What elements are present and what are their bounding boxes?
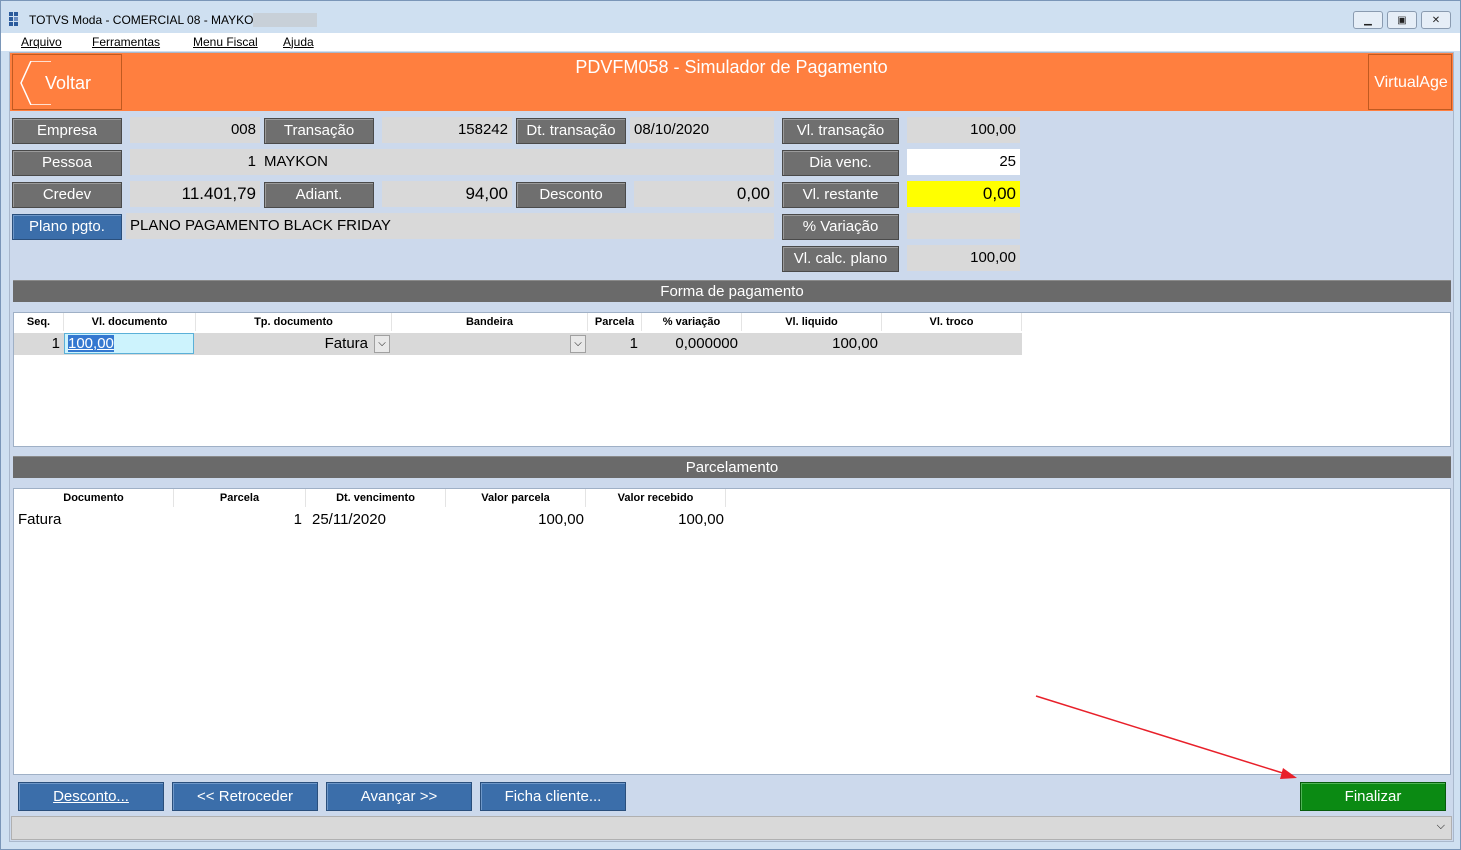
close-button[interactable]: ✕ [1421,11,1451,29]
cell-parcela: 1 [293,511,302,528]
col-vl-troco[interactable]: Vl. troco [882,313,1022,331]
chevron-down-icon[interactable]: ⌵ [1437,820,1445,833]
pessoa-label[interactable]: Pessoa [12,150,122,176]
cell-seq: 1 [51,335,60,352]
dt-transacao-label[interactable]: Dt. transação [516,118,626,144]
vl-documento-input[interactable]: 100,00 [64,333,194,354]
chevron-down-icon[interactable]: ⌵ [374,335,390,353]
cell-vl-liquido: 100,00 [832,335,878,352]
minimize-button[interactable]: ▁ [1353,11,1383,29]
plano-pgto-value: PLANO PAGAMENTO BLACK FRIDAY [126,213,774,239]
col-vl-liquido[interactable]: Vl. liquido [742,313,882,331]
vl-calc-plano-label[interactable]: Vl. calc. plano [782,246,899,272]
retroceder-button-label: << Retroceder [197,788,293,805]
dia-venc-input[interactable]: 25 [907,149,1020,175]
cell-vl-troco [882,333,1018,354]
restore-icon: ▣ [1397,15,1407,26]
vl-calc-plano-value: 100,00 [907,245,1020,271]
title-bar: TOTVS Moda - COMERCIAL 08 - MAYKON ▁ ▣ ✕ [1,1,1460,33]
chevron-down-icon[interactable]: ⌵ [570,335,586,353]
ficha-cliente-button[interactable]: Ficha cliente... [480,782,626,811]
finalizar-button-label: Finalizar [1344,788,1402,805]
avancar-button[interactable]: Avançar >> [326,782,472,811]
parcelamento-header: Parcelamento [13,456,1451,478]
menu-menu-fiscal[interactable]: Menu Fiscal [193,35,258,49]
col-seq[interactable]: Seq. [14,313,64,331]
credev-label[interactable]: Credev [12,182,122,208]
desconto-value: 0,00 [634,181,774,207]
cell-variacao: 0,000000 [675,335,738,352]
status-combo[interactable]: ⌵ [11,816,1452,840]
virtualage-button[interactable]: VirtualAge [1368,54,1452,110]
col-valor-parcela[interactable]: Valor parcela [446,489,586,507]
cell-tp-documento[interactable]: Fatura [196,333,370,354]
table-row[interactable]: 1 100,00 Fatura ⌵ ⌵ 1 0,000000 100,00 [14,333,1022,355]
window-title: TOTVS Moda - COMERCIAL 08 - MAYKON [29,13,263,27]
plano-pgto-button[interactable]: Plano pgto. [12,214,122,240]
pessoa-code: 1 [130,149,260,175]
col-parcela[interactable]: Parcela [174,489,306,507]
cell-bandeira[interactable] [392,333,570,354]
credev-value: 11.401,79 [130,181,260,207]
vl-transacao-label[interactable]: Vl. transação [782,118,899,144]
col-tp-documento[interactable]: Tp. documento [196,313,392,331]
forma-pagamento-header: Forma de pagamento [13,280,1451,302]
transacao-value: 158242 [382,117,512,143]
forma-pagamento-grid: Seq. Vl. documento Tp. documento Bandeir… [13,312,1451,447]
desconto-label[interactable]: Desconto [516,182,626,208]
menu-arquivo[interactable]: Arquivo [21,35,62,49]
annotation-arrow [1035,695,1297,779]
table-row[interactable]: Fatura 1 25/11/2020 100,00 100,00 [14,509,726,531]
finalizar-button[interactable]: Finalizar [1300,782,1446,811]
form-title: PDVFM058 - Simulador de Pagamento [575,57,888,77]
transacao-label[interactable]: Transação [264,118,374,144]
variacao-value [907,213,1020,239]
pessoa-name: MAYKON [260,149,774,175]
totvs-app-icon [9,12,23,26]
menu-ferramentas[interactable]: Ferramentas [92,35,160,49]
cell-dt-vencimento: 25/11/2020 [312,511,386,528]
dia-venc-label[interactable]: Dia venc. [782,150,899,176]
col-bandeira[interactable]: Bandeira [392,313,588,331]
form-header: Voltar PDVFM058 - Simulador de Pagamento… [10,53,1453,111]
cell-valor-recebido: 100,00 [678,511,724,528]
col-parcela[interactable]: Parcela [588,313,642,331]
virtualage-label: VirtualAge [1374,74,1448,91]
desconto-button-label: Desconto... [53,788,129,805]
retroceder-button[interactable]: << Retroceder [172,782,318,811]
col-vl-documento[interactable]: Vl. documento [64,313,196,331]
col-documento[interactable]: Documento [14,489,174,507]
variacao-label[interactable]: % Variação [782,214,899,240]
avancar-button-label: Avançar >> [360,788,438,805]
dt-transacao-value: 08/10/2020 [630,117,774,143]
empresa-value: 008 [130,117,260,143]
menu-bar: Arquivo Ferramentas Menu Fiscal Ajuda [1,33,1460,51]
desconto-button[interactable]: Desconto... [18,782,164,811]
redacted-title-part [253,13,317,27]
cell-documento: Fatura [18,511,62,528]
adiant-label[interactable]: Adiant. [264,182,374,208]
col-variacao[interactable]: % variação [642,313,742,331]
minimize-icon: ▁ [1364,15,1372,26]
app-window: TOTVS Moda - COMERCIAL 08 - MAYKON ▁ ▣ ✕… [0,0,1461,850]
col-dt-vencimento[interactable]: Dt. vencimento [306,489,446,507]
cell-parcela: 1 [629,335,638,352]
close-icon: ✕ [1431,15,1441,26]
empresa-label[interactable]: Empresa [12,118,122,144]
vl-transacao-value: 100,00 [907,117,1020,143]
menu-ajuda[interactable]: Ajuda [283,35,314,49]
vl-restante-label[interactable]: Vl. restante [782,182,899,208]
vl-restante-value: 0,00 [907,181,1020,207]
vl-documento-selected: 100,00 [68,335,114,352]
ficha-cliente-button-label: Ficha cliente... [504,788,602,805]
col-valor-recebido[interactable]: Valor recebido [586,489,726,507]
adiant-value: 94,00 [382,181,512,207]
cell-valor-parcela: 100,00 [538,511,584,528]
restore-button[interactable]: ▣ [1387,11,1417,29]
